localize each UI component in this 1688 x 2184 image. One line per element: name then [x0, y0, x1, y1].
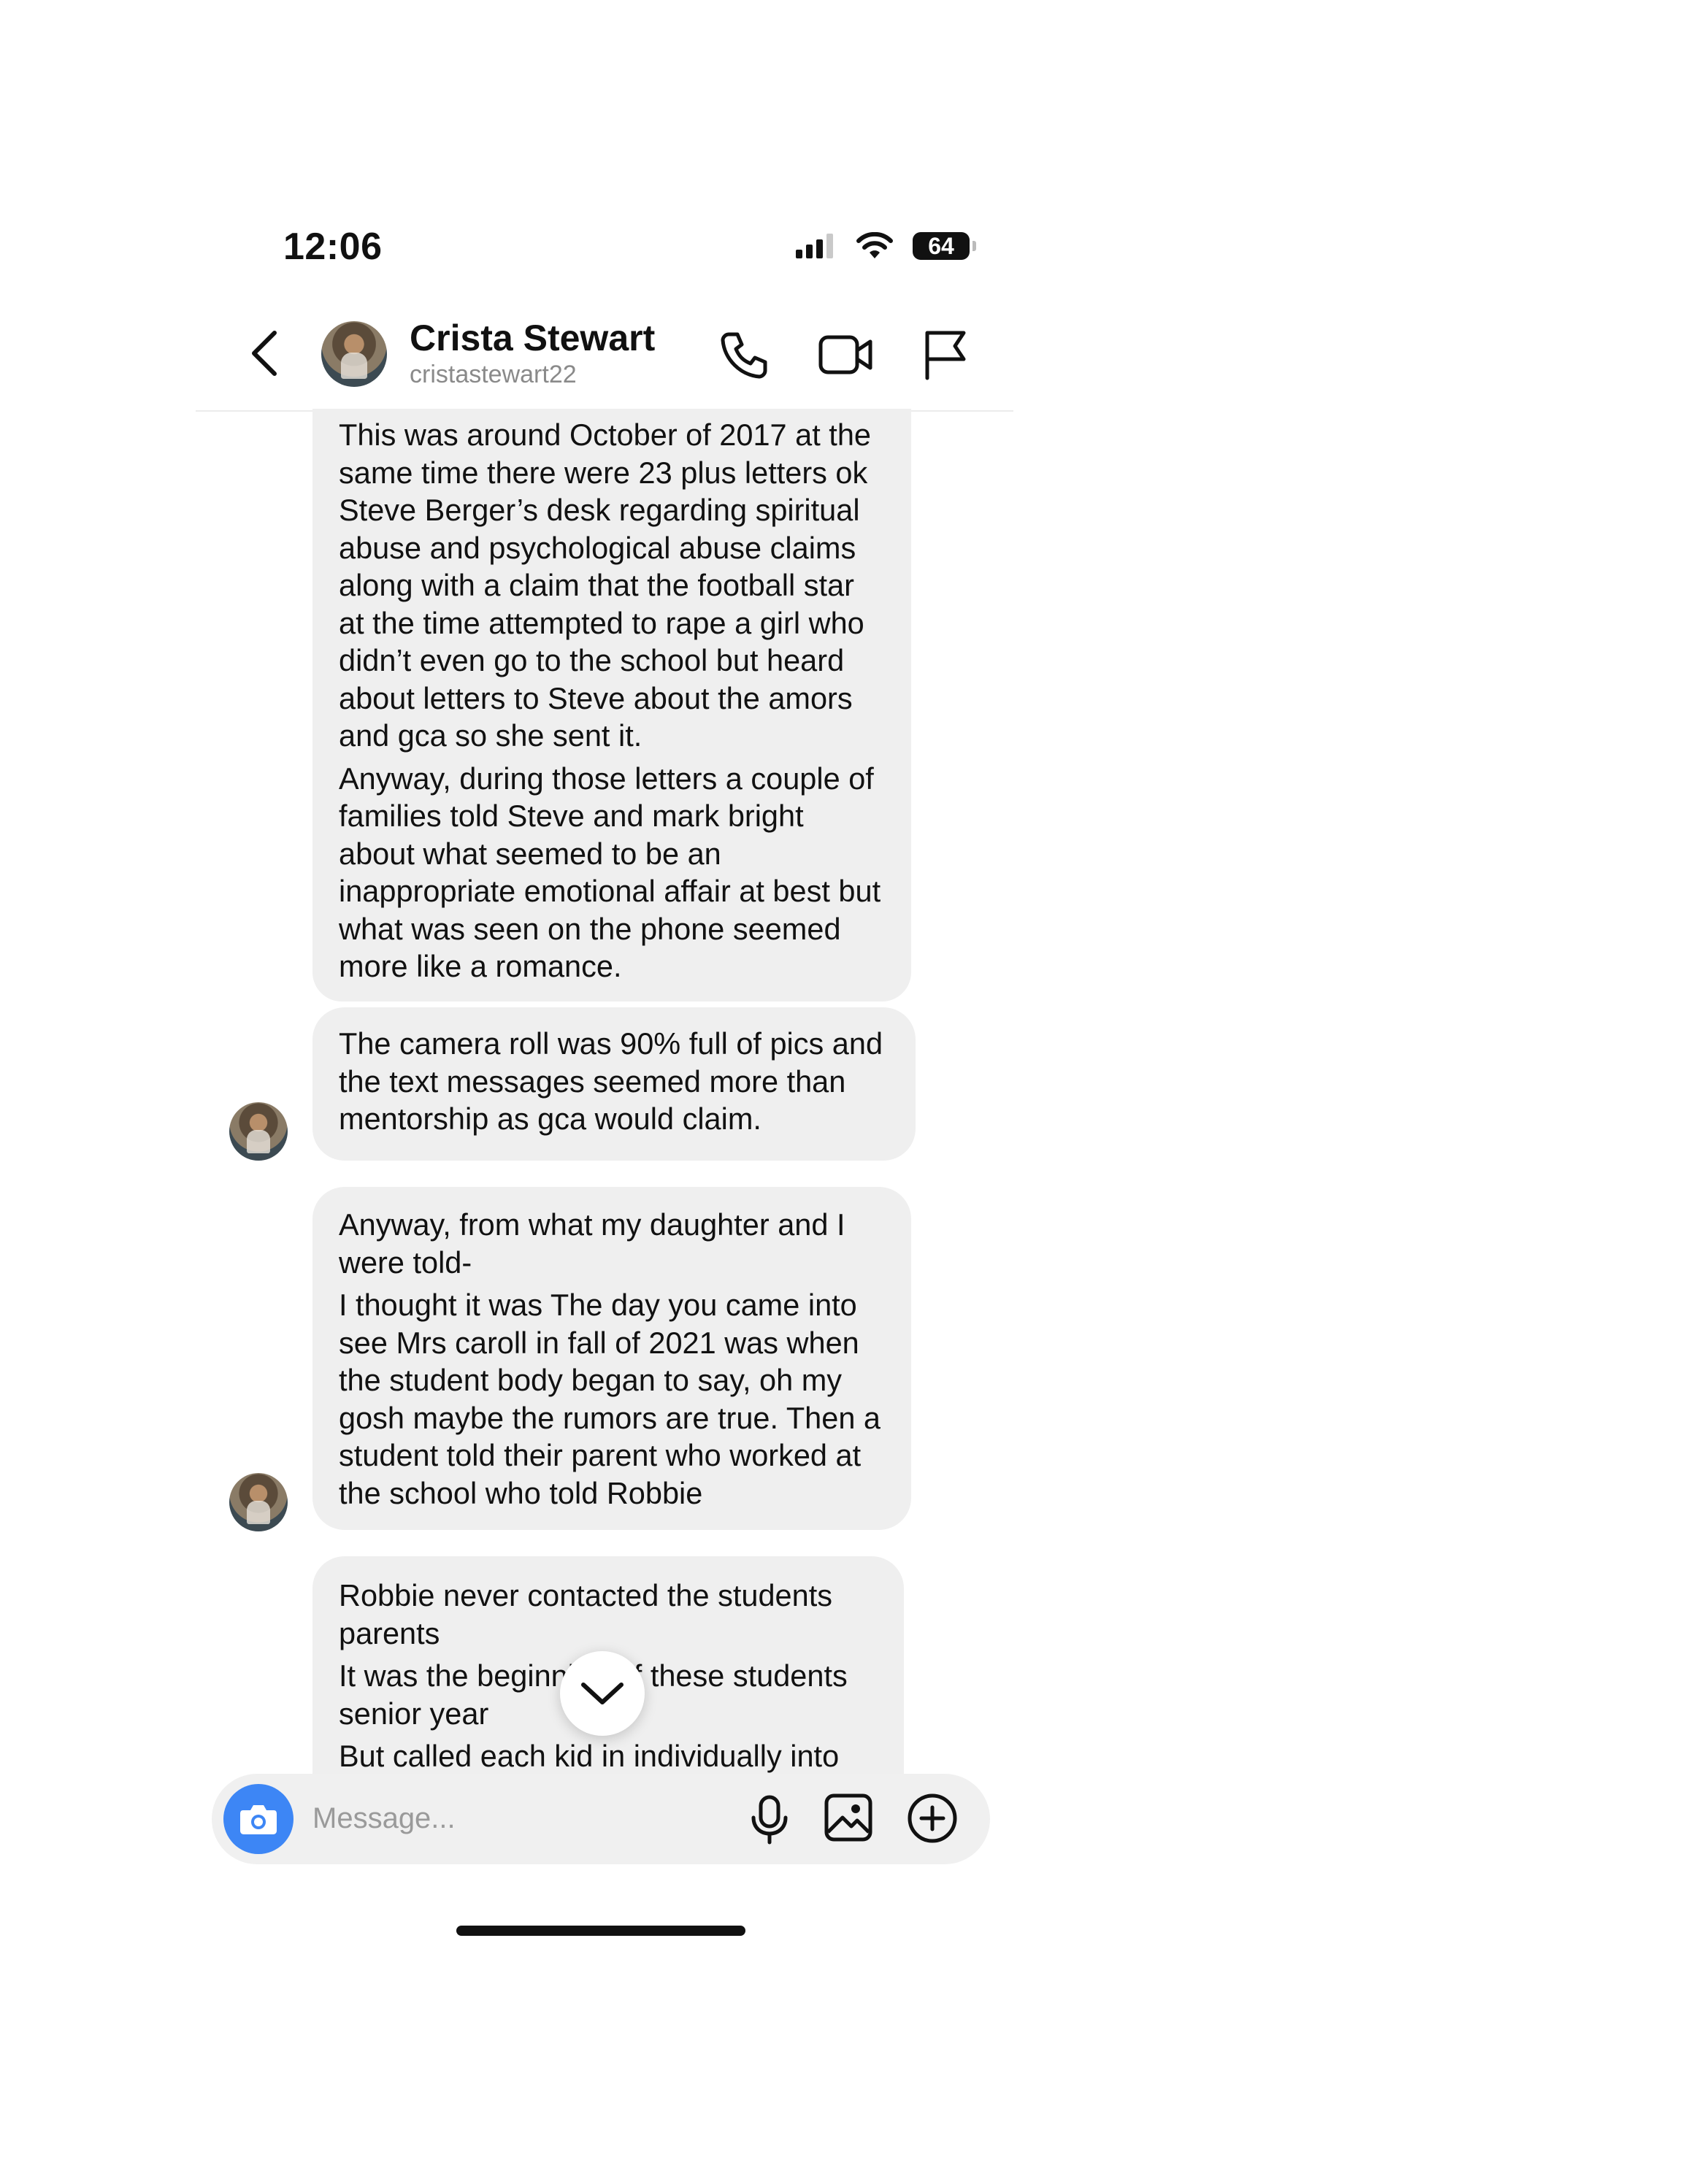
camera-button[interactable]	[223, 1784, 294, 1854]
plus-circle-icon[interactable]	[905, 1791, 959, 1845]
wifi-icon	[856, 232, 893, 258]
message-text: Robbie never contacted the students pare…	[339, 1578, 832, 1650]
message-text: The camera roll was 90% full of pics and…	[339, 1026, 883, 1136]
scroll-to-bottom-button[interactable]	[560, 1651, 645, 1736]
chevron-down-icon	[581, 1683, 624, 1704]
contact-handle: cristastewart22	[410, 361, 577, 388]
cellular-signal-icon	[796, 234, 833, 258]
contact-avatar[interactable]	[321, 321, 387, 387]
message-bubble[interactable]: Anyway, from what my daughter and I were…	[312, 1187, 911, 1530]
contact-name[interactable]: Crista Stewart	[410, 317, 655, 359]
chat-header: Crista Stewart cristastewart22	[196, 307, 1013, 412]
message-text: Anyway, during those letters a couple of…	[339, 761, 881, 984]
message-bubble[interactable]: This was around October of 2017 at the s…	[312, 409, 911, 1001]
message-composer	[212, 1774, 990, 1864]
image-icon[interactable]	[822, 1791, 875, 1844]
battery-tip	[972, 241, 976, 251]
flag-icon[interactable]	[921, 328, 968, 381]
battery-indicator: 64	[913, 232, 976, 260]
message-text: This was around October of 2017 at the s…	[339, 418, 871, 753]
phone-icon[interactable]	[718, 328, 771, 381]
message-text: Anyway, from what my daughter and I were…	[339, 1207, 845, 1280]
sender-avatar[interactable]	[229, 1473, 288, 1531]
message-text: I thought it was The day you came into s…	[339, 1288, 881, 1510]
sender-avatar[interactable]	[229, 1102, 288, 1161]
chevron-left-icon[interactable]	[248, 328, 280, 378]
message-bubble[interactable]: The camera roll was 90% full of pics and…	[312, 1007, 916, 1161]
status-time: 12:06	[283, 226, 383, 268]
video-camera-icon[interactable]	[818, 328, 875, 381]
microphone-icon[interactable]	[749, 1794, 790, 1845]
battery-level: 64	[928, 232, 954, 259]
camera-icon	[240, 1805, 277, 1834]
home-indicator	[456, 1926, 745, 1936]
message-input[interactable]	[311, 1794, 723, 1842]
status-icons: 64	[796, 232, 976, 260]
message-text: But called each kid in individually into	[339, 1739, 840, 1773]
